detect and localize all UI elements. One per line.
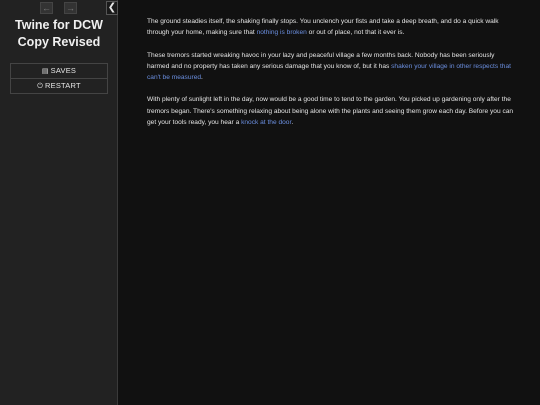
passage-text: . bbox=[291, 118, 294, 126]
passage-text: With plenty of sunlight left in the day,… bbox=[147, 96, 514, 126]
story-menu: ▤ SAVES ⏻ RESTART bbox=[10, 63, 108, 94]
arrow-left-icon: ← bbox=[42, 3, 51, 13]
story-title-line-1: Twine for DCW bbox=[15, 18, 103, 32]
passage-paragraph-2: These tremors started wreaking havoc in … bbox=[147, 50, 517, 84]
passage-text: . bbox=[201, 74, 203, 81]
passage-text: or out of place, not that it ever is. bbox=[306, 29, 405, 37]
story-title: Twine for DCW Copy Revised bbox=[0, 17, 118, 51]
passage: The ground steadies itself, the shaking … bbox=[147, 16, 517, 139]
restart-button[interactable]: ⏻ RESTART bbox=[11, 78, 107, 93]
ui-bar: ← → ❮ Twine for DCW Copy Revised ▤ SAVES … bbox=[0, 0, 118, 405]
saves-icon: ▤ bbox=[41, 68, 49, 75]
restart-icon: ⏻ bbox=[37, 83, 44, 90]
saves-button[interactable]: ▤ SAVES bbox=[11, 64, 107, 78]
chevron-left-icon: ❮ bbox=[107, 2, 117, 13]
link-knock-at-the-door[interactable]: knock at the door bbox=[241, 119, 291, 126]
stow-sidebar-button[interactable]: ❮ bbox=[106, 1, 118, 15]
history-forward-button[interactable]: → bbox=[64, 2, 77, 14]
saves-label: SAVES bbox=[50, 66, 77, 75]
link-nothing-is-broken[interactable]: nothing is broken bbox=[257, 29, 307, 36]
restart-label: RESTART bbox=[45, 81, 81, 90]
story-title-line-2: Copy Revised bbox=[17, 35, 101, 49]
passage-paragraph-1: The ground steadies itself, the shaking … bbox=[147, 16, 517, 38]
passage-paragraph-3: With plenty of sunlight left in the day,… bbox=[147, 94, 517, 128]
arrow-right-icon: → bbox=[66, 3, 75, 13]
history-back-button[interactable]: ← bbox=[40, 2, 53, 14]
